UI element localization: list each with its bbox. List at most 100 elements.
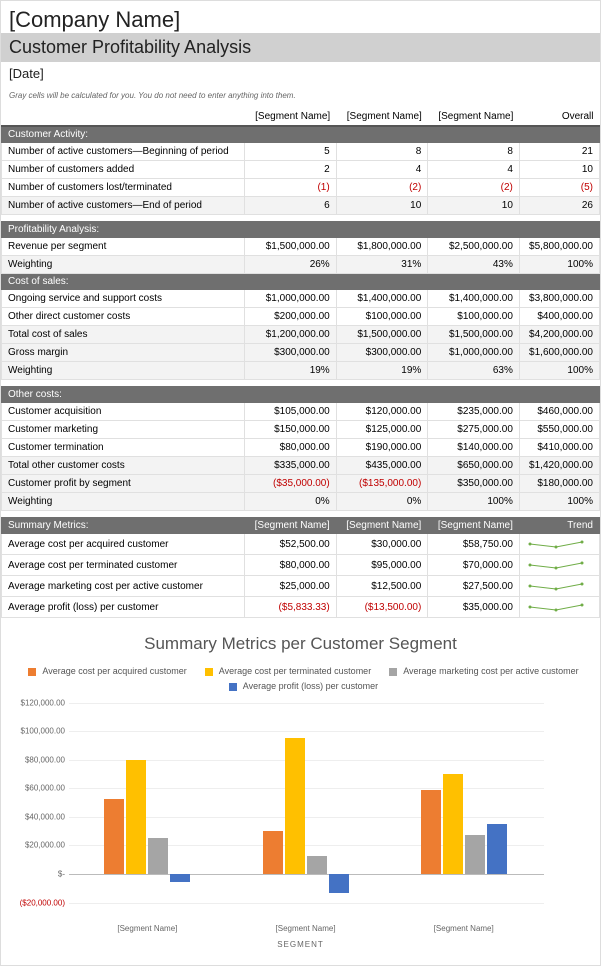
cell: 26 bbox=[519, 197, 599, 215]
cell[interactable]: $70,000.00 bbox=[428, 555, 520, 576]
section-col bbox=[245, 126, 337, 143]
cell: 19% bbox=[336, 362, 428, 380]
cell[interactable]: $58,750.00 bbox=[428, 534, 520, 555]
cell: 0% bbox=[245, 493, 337, 511]
cell[interactable]: $1,000,000.00 bbox=[245, 290, 337, 308]
section-col bbox=[428, 274, 520, 290]
row-label: Weighting bbox=[2, 493, 245, 511]
cell[interactable]: $140,000.00 bbox=[428, 439, 520, 457]
cell: $335,000.00 bbox=[245, 457, 337, 475]
cell[interactable]: $35,000.00 bbox=[428, 597, 520, 618]
cell[interactable]: $5,800,000.00 bbox=[519, 238, 599, 256]
section-header: Profitability Analysis: bbox=[2, 222, 245, 238]
cell[interactable]: $12,500.00 bbox=[336, 576, 428, 597]
legend-item: Average marketing cost per active custom… bbox=[383, 666, 578, 676]
cell: $1,000,000.00 bbox=[428, 344, 520, 362]
bar bbox=[465, 835, 485, 874]
cell[interactable]: $3,800,000.00 bbox=[519, 290, 599, 308]
cell: 6 bbox=[245, 197, 337, 215]
chart-xlabel: SEGMENT bbox=[13, 940, 588, 949]
row-label: Ongoing service and support costs bbox=[2, 290, 245, 308]
cell: 10 bbox=[336, 197, 428, 215]
cell[interactable]: $100,000.00 bbox=[336, 308, 428, 326]
cell: 19% bbox=[245, 362, 337, 380]
cell[interactable]: $80,000.00 bbox=[245, 439, 337, 457]
ytick: ($20,000.00) bbox=[20, 898, 69, 907]
cell[interactable]: (5) bbox=[519, 179, 599, 197]
cell[interactable]: $1,500,000.00 bbox=[245, 238, 337, 256]
cell[interactable]: $100,000.00 bbox=[428, 308, 520, 326]
cell[interactable]: $27,500.00 bbox=[428, 576, 520, 597]
cell[interactable]: 8 bbox=[336, 143, 428, 161]
col-header: [Segment Name] bbox=[245, 108, 337, 126]
cell[interactable]: $80,000.00 bbox=[245, 555, 337, 576]
cell[interactable]: $120,000.00 bbox=[336, 403, 428, 421]
cell[interactable]: $200,000.00 bbox=[245, 308, 337, 326]
ytick: $40,000.00 bbox=[25, 812, 69, 821]
cell: 31% bbox=[336, 256, 428, 274]
cell[interactable]: 2 bbox=[245, 161, 337, 179]
cell[interactable]: (1) bbox=[245, 179, 337, 197]
cell: 100% bbox=[428, 493, 520, 511]
cell[interactable]: $235,000.00 bbox=[428, 403, 520, 421]
cell[interactable]: 8 bbox=[428, 143, 520, 161]
cell[interactable]: 10 bbox=[519, 161, 599, 179]
cell[interactable]: $1,400,000.00 bbox=[428, 290, 520, 308]
row-label: Weighting bbox=[2, 256, 245, 274]
bar bbox=[263, 831, 283, 874]
cell: $435,000.00 bbox=[336, 457, 428, 475]
cell: $650,000.00 bbox=[428, 457, 520, 475]
cell: 10 bbox=[428, 197, 520, 215]
col-header: Overall bbox=[519, 108, 599, 126]
cell[interactable]: $125,000.00 bbox=[336, 421, 428, 439]
row-label: Number of customers added bbox=[2, 161, 245, 179]
cell[interactable]: ($13,500.00) bbox=[336, 597, 428, 618]
cell[interactable]: $95,000.00 bbox=[336, 555, 428, 576]
cell[interactable]: $410,000.00 bbox=[519, 439, 599, 457]
date-field[interactable]: [Date] bbox=[1, 62, 600, 91]
row-label: Other direct customer costs bbox=[2, 308, 245, 326]
section-header: Summary Metrics: bbox=[2, 518, 245, 534]
section-col: [Segment Name] bbox=[336, 518, 428, 534]
section-col bbox=[245, 222, 337, 238]
cell[interactable]: 4 bbox=[428, 161, 520, 179]
xtick: [Segment Name] bbox=[385, 920, 542, 933]
cell[interactable]: (2) bbox=[336, 179, 428, 197]
row-label: Number of active customers—Beginning of … bbox=[2, 143, 245, 161]
sparkline bbox=[519, 534, 599, 555]
cell[interactable]: $550,000.00 bbox=[519, 421, 599, 439]
sparkline bbox=[519, 555, 599, 576]
cell[interactable]: $150,000.00 bbox=[245, 421, 337, 439]
cell[interactable]: $1,800,000.00 bbox=[336, 238, 428, 256]
cell[interactable]: (2) bbox=[428, 179, 520, 197]
cell[interactable]: ($5,833.33) bbox=[245, 597, 337, 618]
cell[interactable]: $30,000.00 bbox=[336, 534, 428, 555]
cell[interactable]: $190,000.00 bbox=[336, 439, 428, 457]
cell[interactable]: $1,400,000.00 bbox=[336, 290, 428, 308]
sparkline bbox=[519, 576, 599, 597]
cell[interactable]: $52,500.00 bbox=[245, 534, 337, 555]
cell[interactable]: $105,000.00 bbox=[245, 403, 337, 421]
bar bbox=[285, 738, 305, 874]
cell[interactable]: 5 bbox=[245, 143, 337, 161]
section-header: Cost of sales: bbox=[2, 274, 245, 290]
section-col bbox=[245, 274, 337, 290]
cell: $4,200,000.00 bbox=[519, 326, 599, 344]
cell: $1,500,000.00 bbox=[336, 326, 428, 344]
cell: 100% bbox=[519, 256, 599, 274]
ytick: $120,000.00 bbox=[21, 698, 70, 707]
row-label: Weighting bbox=[2, 362, 245, 380]
cell[interactable]: $460,000.00 bbox=[519, 403, 599, 421]
cell: $300,000.00 bbox=[336, 344, 428, 362]
cell[interactable]: $400,000.00 bbox=[519, 308, 599, 326]
cell[interactable]: $275,000.00 bbox=[428, 421, 520, 439]
cell[interactable]: $25,000.00 bbox=[245, 576, 337, 597]
cell[interactable]: $2,500,000.00 bbox=[428, 238, 520, 256]
row-label: Average cost per acquired customer bbox=[2, 534, 245, 555]
cell[interactable]: 21 bbox=[519, 143, 599, 161]
legend-item: Average cost per acquired customer bbox=[22, 666, 186, 676]
row-label: Customer acquisition bbox=[2, 403, 245, 421]
sparkline bbox=[519, 597, 599, 618]
cell: $1,200,000.00 bbox=[245, 326, 337, 344]
cell[interactable]: 4 bbox=[336, 161, 428, 179]
